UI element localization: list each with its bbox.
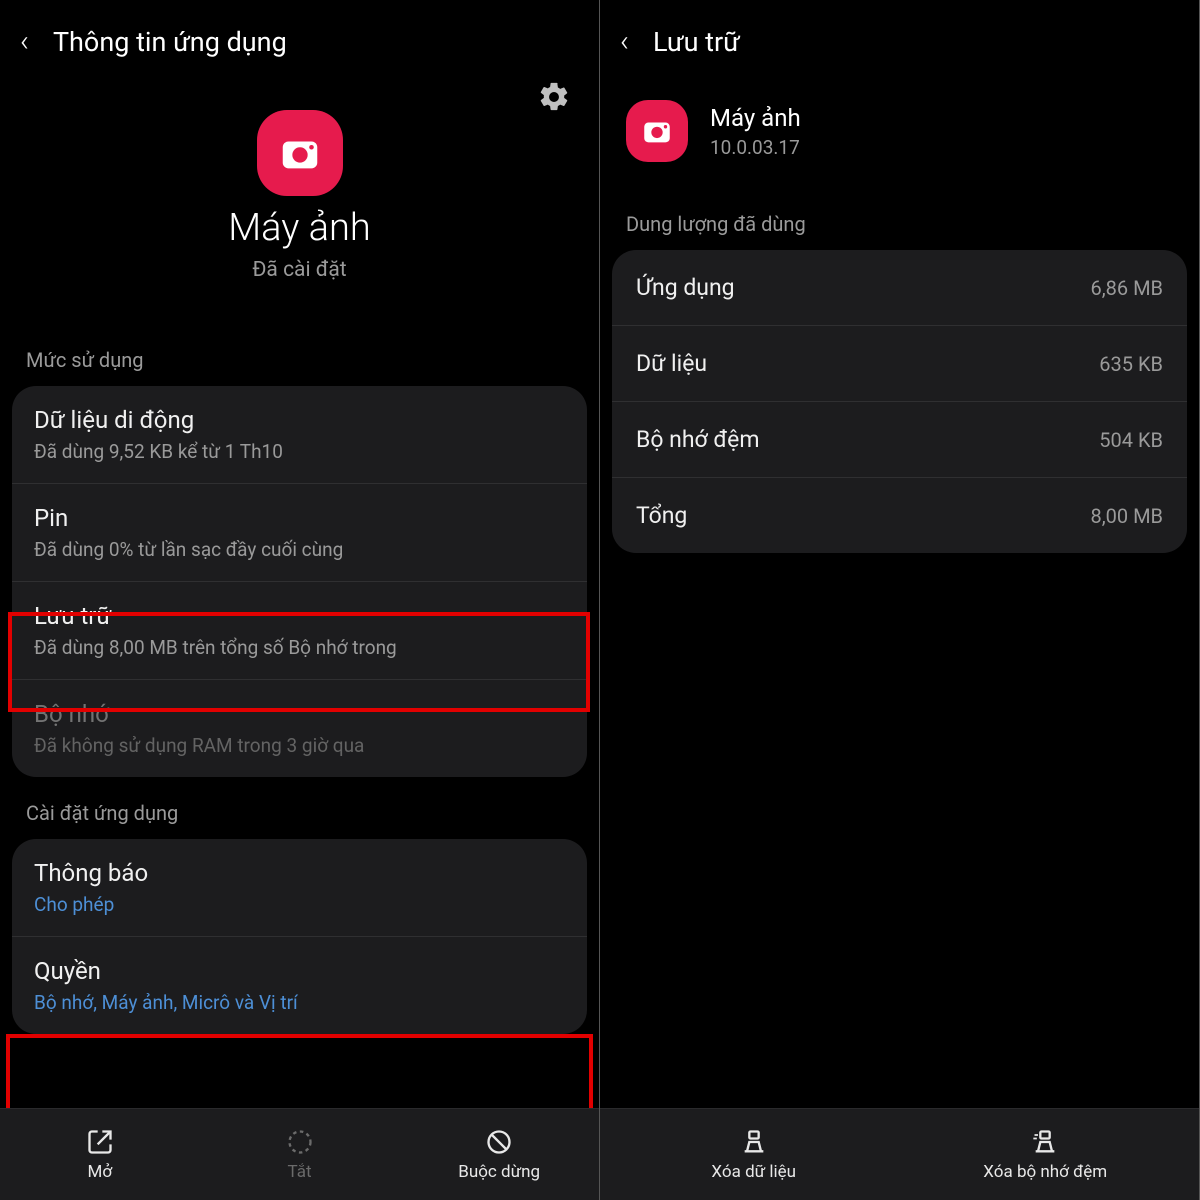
row-title: Lưu trữ — [34, 602, 565, 630]
row-memory[interactable]: Bộ nhớ Đã không sử dụng RAM trong 3 giờ … — [12, 680, 587, 777]
row-sub: Đã không sử dụng RAM trong 3 giờ qua — [34, 734, 565, 757]
kv-app: Ứng dụng 6,86 MB — [612, 250, 1187, 326]
clear-cache-label: Xóa bộ nhớ đệm — [983, 1162, 1107, 1182]
row-battery[interactable]: Pin Đã dùng 0% từ lần sạc đầy cuối cùng — [12, 484, 587, 582]
kv-val: 8,00 MB — [1090, 504, 1163, 528]
kv-key: Tổng — [636, 502, 687, 529]
disable-label: Tắt — [288, 1162, 312, 1182]
app-icon — [257, 110, 343, 196]
row-sub: Bộ nhớ, Máy ảnh, Micrô và Vị trí — [34, 991, 565, 1014]
app-row: Máy ảnh 10.0.03.17 — [600, 80, 1199, 180]
header-right: ‹ Lưu trữ — [600, 0, 1199, 80]
app-version: 10.0.03.17 — [710, 136, 801, 159]
force-stop-button[interactable]: Buộc dừng — [399, 1128, 599, 1182]
clear-cache-button[interactable]: Xóa bộ nhớ đệm — [907, 1128, 1183, 1182]
app-hero: Máy ảnh Đã cài đặt — [0, 80, 599, 312]
open-button[interactable]: Mở — [0, 1128, 200, 1182]
bottom-bar-right: Xóa dữ liệu Xóa bộ nhớ đệm — [600, 1108, 1199, 1200]
row-sub: Đã dùng 9,52 KB kể từ 1 Th10 — [34, 440, 565, 463]
usage-card: Dữ liệu di động Đã dùng 9,52 KB kể từ 1 … — [12, 386, 587, 777]
kv-val: 504 KB — [1099, 428, 1163, 452]
back-icon[interactable]: ‹ — [620, 27, 629, 57]
gear-icon[interactable] — [537, 80, 571, 118]
row-title: Bộ nhớ — [34, 700, 565, 728]
open-label: Mở — [88, 1162, 113, 1182]
section-used: Dung lượng đã dùng — [600, 180, 1199, 250]
section-app-settings: Cài đặt ứng dụng — [0, 777, 599, 839]
section-usage: Mức sử dụng — [0, 312, 599, 386]
row-title: Quyền — [34, 957, 565, 985]
row-permissions[interactable]: Quyền Bộ nhớ, Máy ảnh, Micrô và Vị trí — [12, 937, 587, 1034]
kv-total: Tổng 8,00 MB — [612, 478, 1187, 553]
clear-data-button[interactable]: Xóa dữ liệu — [616, 1128, 892, 1182]
header-left: ‹ Thông tin ứng dụng — [0, 0, 599, 80]
storage-card: Ứng dụng 6,86 MB Dữ liệu 635 KB Bộ nhớ đ… — [612, 250, 1187, 553]
row-title: Dữ liệu di động — [34, 406, 565, 434]
kv-val: 635 KB — [1099, 352, 1163, 376]
row-storage[interactable]: Lưu trữ Đã dùng 8,00 MB trên tổng số Bộ … — [12, 582, 587, 680]
app-name: Máy ảnh — [0, 206, 599, 250]
kv-val: 6,86 MB — [1090, 276, 1163, 300]
app-name: Máy ảnh — [710, 104, 801, 132]
kv-data: Dữ liệu 635 KB — [612, 326, 1187, 402]
page-title: Lưu trữ — [653, 26, 740, 58]
kv-cache: Bộ nhớ đệm 504 KB — [612, 402, 1187, 478]
app-settings-card: Thông báo Cho phép Quyền Bộ nhớ, Máy ảnh… — [12, 839, 587, 1034]
app-status: Đã cài đặt — [0, 258, 599, 282]
bottom-bar-left: Mở Tắt Buộc dừng — [0, 1108, 599, 1200]
kv-key: Ứng dụng — [636, 274, 735, 301]
kv-key: Dữ liệu — [636, 350, 707, 377]
row-title: Thông báo — [34, 859, 565, 887]
row-sub: Đã dùng 0% từ lần sạc đầy cuối cùng — [34, 538, 565, 561]
clear-data-label: Xóa dữ liệu — [711, 1162, 796, 1182]
row-notifications[interactable]: Thông báo Cho phép — [12, 839, 587, 937]
row-mobile-data[interactable]: Dữ liệu di động Đã dùng 9,52 KB kể từ 1 … — [12, 386, 587, 484]
force-stop-label: Buộc dừng — [458, 1162, 540, 1182]
row-title: Pin — [34, 504, 565, 532]
disable-button[interactable]: Tắt — [200, 1128, 400, 1182]
row-sub: Cho phép — [34, 893, 565, 916]
page-title: Thông tin ứng dụng — [53, 26, 287, 58]
app-icon — [626, 100, 688, 162]
kv-key: Bộ nhớ đệm — [636, 426, 760, 453]
row-sub: Đã dùng 8,00 MB trên tổng số Bộ nhớ tron… — [34, 636, 565, 659]
back-icon[interactable]: ‹ — [20, 27, 29, 57]
